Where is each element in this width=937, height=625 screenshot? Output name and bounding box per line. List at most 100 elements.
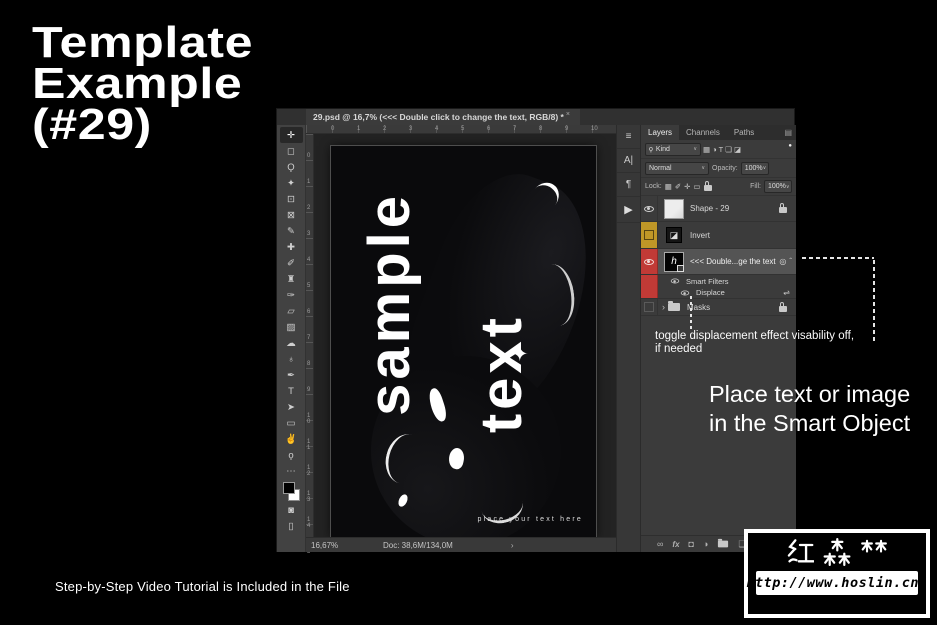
displace-filter-row[interactable]: Displace ⇌ [641, 287, 796, 299]
new-group-icon[interactable] [718, 538, 729, 548]
gradient-tool[interactable]: ▨ [280, 319, 303, 335]
smart-object-thumbnail[interactable]: h [664, 251, 684, 272]
character-panel-icon[interactable]: A| [617, 149, 640, 173]
color-swatches[interactable] [282, 482, 301, 501]
visibility-eye-icon[interactable] [644, 205, 654, 212]
blend-mode-dropdown[interactable]: Normal ∨ [645, 161, 709, 175]
tab-layers[interactable]: Layers [641, 125, 680, 140]
clone-stamp-tool[interactable]: ♜ [280, 271, 303, 287]
close-tab-icon[interactable]: × [566, 111, 570, 118]
visibility-eye-icon[interactable] [670, 278, 680, 284]
tab-paths[interactable]: Paths [727, 125, 761, 140]
filter-toggle-icon[interactable]: ● [788, 143, 792, 149]
frame-tool[interactable]: ⊠ [280, 207, 303, 223]
path-selection-tool[interactable]: ➤ [280, 399, 303, 415]
properties-panel-icon[interactable]: ≡ [617, 125, 640, 149]
screen-mode-button[interactable]: ▯ [280, 518, 303, 534]
toolbar: ✛ ◻ Ϙ ✦ ⊡ ⊠ ✎ ✚ ✐ ♜ ✑ ▱ ▨ ☁ ♁ ✒ T ➤ ▭ ✌ … [277, 125, 306, 552]
lock-position-icon[interactable]: ✛ [684, 182, 690, 191]
kind-filter-dropdown[interactable]: ϙ Kind ∨ [645, 142, 701, 156]
watermark-url: http://www.hoslin.cn/ [746, 571, 927, 595]
lock-artboard-icon[interactable]: ▭ [693, 182, 700, 191]
poster-word-sample: sample [357, 192, 422, 416]
filter-type-layers-icon[interactable]: T [719, 145, 724, 154]
chevron-down-icon: ∨ [701, 165, 705, 171]
quick-selection-tool[interactable]: ✦ [280, 175, 303, 191]
invert-adjustment-icon[interactable]: ◪ [666, 227, 682, 243]
adjustment-layer-icon[interactable]: ◑ [703, 539, 708, 549]
lock-all-icon[interactable] [703, 181, 712, 191]
canvas-viewport[interactable]: sample text ✦ place your text here [314, 134, 616, 537]
v-ruler-mark: 5 [307, 283, 311, 289]
add-mask-icon[interactable]: ◘ [689, 539, 694, 549]
status-expand-arrow-icon[interactable]: › [511, 541, 514, 550]
hero-title: Template Example (#29) [32, 18, 254, 147]
pen-tool[interactable]: ✒ [280, 367, 303, 383]
visibility-hidden-box[interactable] [644, 302, 654, 312]
h-ruler-mark: 0 [331, 126, 335, 132]
layer-thumbnail[interactable] [664, 198, 684, 219]
smart-filters-row[interactable]: Smart Filters [641, 275, 796, 287]
h-ruler-mark: 2 [383, 126, 387, 132]
smudge-tool[interactable]: ☁ [280, 335, 303, 351]
eyedropper-tool[interactable]: ✎ [280, 223, 303, 239]
brush-tool[interactable]: ✐ [280, 255, 303, 271]
layer-row-smart-object[interactable]: h <<< Double...ge the text ◎ ˆ [641, 249, 796, 275]
layer-row-shape-29[interactable]: Shape - 29 [641, 196, 796, 222]
visibility-eye-icon[interactable] [680, 289, 690, 296]
dodge-tool[interactable]: ♁ [280, 351, 303, 367]
layer-row-invert[interactable]: ◪ Invert [641, 222, 796, 249]
zoom-tool[interactable]: ϙ [280, 447, 303, 463]
rectangle-tool[interactable]: ▭ [280, 415, 303, 431]
collapsed-panels-strip: ≡ A| ¶ ▶ [616, 125, 641, 552]
history-brush-tool[interactable]: ✑ [280, 287, 303, 303]
h-ruler-mark: 9 [565, 126, 569, 132]
smart-filter-circle-icon[interactable]: ◎ [779, 257, 786, 266]
layer-name: Invert [690, 230, 711, 240]
filter-blending-options-icon[interactable]: ⇌ [783, 288, 790, 297]
lock-icon [779, 301, 787, 312]
rectangular-marquee-tool[interactable]: ◻ [280, 143, 303, 159]
group-collapse-icon[interactable]: › [662, 302, 665, 312]
poster-artwork[interactable]: sample text ✦ place your text here [331, 146, 616, 537]
vertical-ruler: 0 1 2 3 4 5 6 7 8 9 1 0 1 1 1 2 1 3 1 4 … [306, 134, 314, 555]
filter-adjustment-layers-icon[interactable]: ◑ [712, 145, 717, 154]
visibility-hidden-box[interactable] [644, 230, 654, 240]
eraser-tool[interactable]: ▱ [280, 303, 303, 319]
layer-row-masks-group[interactable]: › Masks [641, 299, 796, 316]
v-ruler-mark: 9 [307, 387, 311, 393]
move-tool[interactable]: ✛ [279, 127, 303, 143]
more-tools-button[interactable]: ⋯ [280, 463, 303, 479]
panel-menu-icon[interactable]: ▤ [784, 125, 792, 140]
brand-char-hong [787, 539, 814, 563]
layer-effects-icon[interactable]: fx [672, 540, 679, 549]
hand-tool[interactable]: ✌ [280, 431, 303, 447]
h-ruler-mark: 10 [591, 126, 598, 132]
link-layers-icon[interactable]: ∞ [657, 539, 663, 549]
crop-tool[interactable]: ⊡ [280, 191, 303, 207]
lock-icon [779, 203, 787, 213]
lock-paint-icon[interactable]: ✐ [675, 182, 681, 191]
visibility-cell-red [641, 249, 658, 274]
foreground-color-swatch[interactable] [282, 482, 295, 494]
hero-title-line1: Template [32, 18, 254, 67]
lock-row: Lock: ▦ ✐ ✛ ▭ Fill: 100% ∨ [641, 178, 796, 196]
paragraph-panel-icon[interactable]: ¶ [617, 173, 640, 197]
filter-shape-layers-icon[interactable]: ❏ [725, 145, 732, 154]
tab-channels[interactable]: Channels [679, 125, 727, 140]
document-tab[interactable]: 29.psd @ 16,7% (<<< Double click to chan… [306, 109, 580, 125]
visibility-eye-icon[interactable] [644, 258, 654, 265]
filter-pixel-layers-icon[interactable]: ▦ [703, 145, 710, 154]
zoom-level-field[interactable]: 16,67% [311, 541, 359, 550]
search-icon: ϙ [649, 145, 653, 153]
lasso-tool[interactable]: Ϙ [280, 159, 303, 175]
lock-transparency-icon[interactable]: ▦ [665, 182, 672, 191]
fill-field[interactable]: 100% ∨ [764, 180, 792, 193]
quick-mask-button[interactable]: ◙ [280, 502, 303, 518]
filter-smart-objects-icon[interactable]: ◪ [734, 145, 741, 154]
type-tool[interactable]: T [280, 383, 303, 399]
healing-brush-tool[interactable]: ✚ [280, 239, 303, 255]
expand-panels-icon[interactable]: ▶ [617, 197, 640, 223]
opacity-field[interactable]: 100% ∨ [740, 161, 769, 175]
collapse-effects-icon[interactable]: ˆ [789, 257, 792, 266]
